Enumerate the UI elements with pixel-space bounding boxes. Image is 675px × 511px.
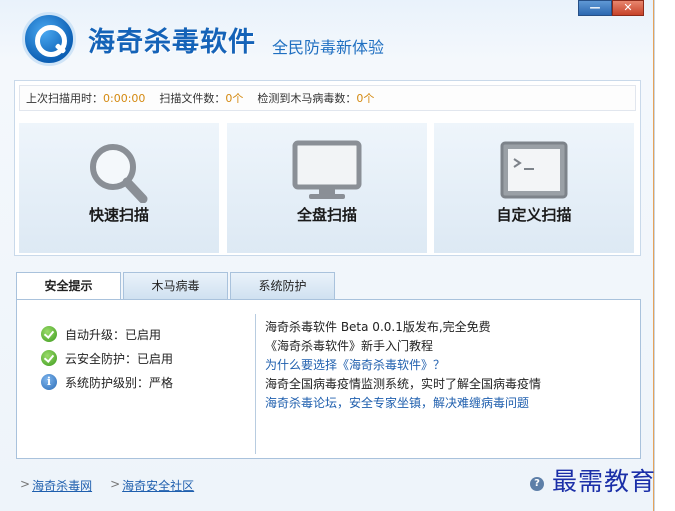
- last-scan-label: 上次扫描用时：: [26, 92, 103, 105]
- footer-link-community[interactable]: 海奇安全社区: [122, 477, 194, 494]
- app-slogan: 全民防毒新体验: [272, 38, 385, 57]
- close-button[interactable]: ✕: [612, 0, 644, 16]
- magnifier-icon: [83, 139, 155, 206]
- app-title: 海奇杀毒软件: [88, 27, 256, 58]
- quick-scan-button[interactable]: 快速扫描: [19, 123, 219, 253]
- info-tabs: 安全提示 木马病毒 系统防护: [16, 272, 337, 301]
- logo-icon: [22, 12, 76, 66]
- scan-stats-bar: 上次扫描用时： 0:00:00 扫描文件数： 0个 检测到木马病毒数： 0个: [19, 85, 636, 111]
- news-item[interactable]: 《海奇杀毒软件》新手入门教程: [265, 337, 541, 356]
- tab-system-protection[interactable]: 系统防护: [230, 272, 335, 300]
- minimize-button[interactable]: —: [578, 0, 612, 16]
- news-list: 海奇杀毒软件 Beta 0.0.1版发布,完全免费 《海奇杀毒软件》新手入门教程…: [265, 318, 541, 413]
- news-item[interactable]: 海奇全国病毒疫情监测系统，实时了解全国病毒疫情: [265, 375, 541, 394]
- status-text: 系统防护级别：严格: [65, 375, 174, 390]
- info-icon: i: [41, 374, 57, 390]
- watermark-text: 最需教育: [552, 467, 657, 496]
- custom-scan-button[interactable]: 自定义扫描: [434, 123, 634, 253]
- trojans-value: 0个: [356, 92, 375, 105]
- page-margin: [655, 0, 675, 511]
- full-scan-label: 全盘扫描: [296, 206, 357, 224]
- check-icon: [41, 326, 57, 342]
- monitor-icon: [291, 139, 363, 206]
- window-controls: — ✕: [578, 0, 644, 16]
- last-scan-value: 0:00:00: [103, 91, 146, 105]
- full-scan-button[interactable]: 全盘扫描: [227, 123, 427, 253]
- chevron-right-icon: >: [110, 477, 121, 491]
- status-item-auto-update: 自动升级：已启用: [41, 322, 173, 346]
- footer-link-website[interactable]: 海奇杀毒网: [32, 477, 92, 494]
- app-window: 海奇杀毒软件 全民防毒新体验 — ✕ 上次扫描用时： 0:00:00 扫描文件数…: [0, 0, 655, 511]
- status-text: 自动升级：已启用: [65, 327, 162, 342]
- scan-panel: 上次扫描用时： 0:00:00 扫描文件数： 0个 检测到木马病毒数： 0个 快…: [14, 80, 641, 256]
- status-list: 自动升级：已启用 云安全防护：已启用 i 系统防护级别：严格: [41, 322, 173, 394]
- divider: [255, 314, 256, 454]
- tab-trojans[interactable]: 木马病毒: [123, 272, 228, 300]
- news-item[interactable]: 海奇杀毒软件 Beta 0.0.1版发布,完全免费: [265, 318, 541, 337]
- news-item[interactable]: 海奇杀毒论坛，安全专家坐镇，解决难缠病毒问题: [265, 394, 541, 413]
- custom-scan-label: 自定义扫描: [496, 206, 572, 224]
- check-icon: [41, 350, 57, 366]
- status-item-protection-level: i 系统防护级别：严格: [41, 370, 173, 394]
- news-item[interactable]: 为什么要选择《海奇杀毒软件》？: [265, 356, 541, 375]
- status-text: 云安全防护：已启用: [65, 351, 174, 366]
- help-icon[interactable]: ?: [530, 477, 544, 491]
- files-label: 扫描文件数：: [159, 92, 226, 105]
- footer-links: > 海奇杀毒网 > 海奇安全社区: [20, 477, 212, 494]
- tab-security-tips[interactable]: 安全提示: [16, 272, 121, 301]
- quick-scan-label: 快速扫描: [88, 206, 149, 224]
- edge-line: [653, 0, 654, 511]
- status-item-cloud-protection: 云安全防护：已启用: [41, 346, 173, 370]
- files-value: 0个: [225, 92, 244, 105]
- chevron-right-icon: >: [20, 477, 31, 491]
- trojans-label: 检测到木马病毒数：: [257, 92, 357, 105]
- terminal-icon: [498, 139, 570, 206]
- tab-content-panel: 自动升级：已启用 云安全防护：已启用 i 系统防护级别：严格 海奇杀毒软件 Be…: [16, 299, 641, 459]
